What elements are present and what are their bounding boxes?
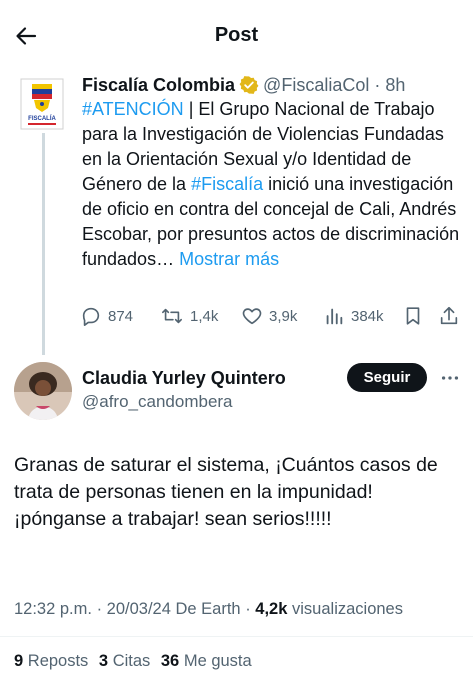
post-meta: 12:32 p.m. · 20/03/24 De Earth · 4,2k vi… bbox=[14, 600, 403, 619]
views-button[interactable]: 384k bbox=[323, 305, 384, 327]
views-label: visualizaciones bbox=[292, 600, 403, 618]
logo-text: FISCALÍA bbox=[28, 114, 56, 122]
repost-icon bbox=[162, 308, 182, 324]
thread-connector bbox=[42, 133, 45, 355]
quotes-count: 3 bbox=[98, 652, 109, 670]
post-header: Fiscalía Colombia @FiscaliaCol · 8h bbox=[82, 74, 462, 96]
view-count: 384k bbox=[351, 307, 384, 325]
reply-count: 874 bbox=[108, 307, 134, 325]
hashtag-atencion[interactable]: #ATENCIÓN bbox=[82, 99, 184, 119]
engagement-stats: 9 Reposts 3 Citas 36 Me gusta bbox=[14, 652, 258, 671]
bookmark-button[interactable] bbox=[402, 305, 430, 327]
repost-count: 1,4k bbox=[190, 307, 219, 325]
views-count: 4,2k bbox=[255, 600, 288, 618]
show-more-link[interactable]: Mostrar más bbox=[179, 249, 279, 269]
reply-button[interactable]: 874 bbox=[80, 305, 133, 327]
likes-label: Me gusta bbox=[183, 652, 252, 670]
reposts-count: 9 bbox=[14, 652, 24, 670]
top-bar: Post bbox=[0, 0, 473, 70]
heart-icon bbox=[242, 308, 262, 325]
more-horizontal-icon bbox=[441, 375, 459, 380]
page-title: Post bbox=[214, 24, 259, 46]
like-button[interactable]: 3,9k bbox=[241, 305, 297, 327]
repost-button[interactable]: 1,4k bbox=[160, 305, 218, 327]
reply-icon bbox=[82, 307, 100, 326]
post-time[interactable]: 8h bbox=[385, 74, 405, 96]
post-text: #ATENCIÓN | El Grupo Nacional de Trabajo… bbox=[82, 97, 462, 272]
fiscalia-logo-avatar[interactable]: FISCALÍA bbox=[20, 78, 64, 130]
verified-badge-icon bbox=[239, 76, 259, 94]
author-handle[interactable]: @FiscaliaCol bbox=[263, 74, 369, 96]
likes-stat[interactable]: 36 Me gusta bbox=[161, 652, 252, 670]
share-button[interactable] bbox=[438, 305, 466, 327]
post-source: De Earth bbox=[175, 600, 241, 618]
quoted-post[interactable]: Fiscalía Colombia @FiscaliaCol · 8h #ATE… bbox=[82, 74, 462, 272]
reposts-stat[interactable]: 9 Reposts bbox=[14, 652, 88, 670]
separator-dot: · bbox=[96, 600, 107, 618]
reposts-label: Reposts bbox=[27, 652, 89, 670]
user-avatar[interactable] bbox=[14, 362, 72, 420]
separator-dot: · bbox=[369, 75, 386, 95]
reply-author-name[interactable]: Claudia Yurley Quintero bbox=[82, 368, 286, 389]
more-options-button[interactable] bbox=[435, 363, 465, 392]
reply-author-handle[interactable]: @afro_candombera bbox=[82, 392, 233, 412]
quotes-stat[interactable]: 3 Citas bbox=[99, 652, 150, 670]
likes-count: 36 bbox=[160, 652, 180, 670]
quotes-label: Citas bbox=[112, 652, 151, 670]
divider bbox=[0, 636, 473, 637]
follow-button[interactable]: Seguir bbox=[347, 363, 427, 392]
analytics-icon bbox=[326, 308, 343, 325]
author-name[interactable]: Fiscalía Colombia bbox=[82, 74, 235, 96]
separator-dot: · bbox=[245, 600, 256, 618]
post-date[interactable]: 20/03/24 bbox=[107, 600, 171, 618]
bookmark-icon bbox=[406, 307, 420, 325]
post-time[interactable]: 12:32 p.m. bbox=[14, 600, 92, 618]
like-count: 3,9k bbox=[269, 307, 298, 325]
hashtag-fiscalia[interactable]: #Fiscalía bbox=[191, 174, 263, 194]
post-action-bar: 874 1,4k 3,9k 384k bbox=[80, 305, 465, 335]
share-icon bbox=[440, 306, 458, 325]
reply-text: Granas de saturar el sistema, ¡Cuántos c… bbox=[14, 454, 438, 530]
